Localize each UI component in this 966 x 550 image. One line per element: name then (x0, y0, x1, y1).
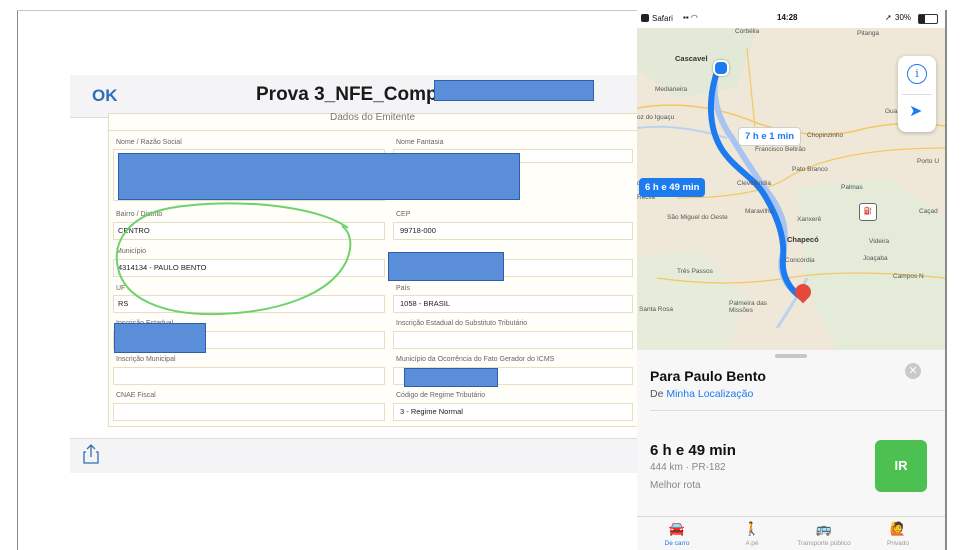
town-guarapuava: Gua (885, 108, 898, 115)
town-palmeira: Palmeira das Missões (729, 300, 767, 314)
town-santa-rosa: Santa Rosa (639, 306, 673, 313)
town-sao-miguel: São Miguel do Oeste (667, 214, 728, 221)
cep-label: CEP (396, 211, 411, 218)
battery-icon (918, 14, 938, 24)
document-title: Prova 3_NFE_Compra (256, 84, 456, 105)
route-time-alt-bubble[interactable]: 7 h e 1 min (738, 127, 802, 146)
town-medianeira: Medianeira (655, 86, 688, 93)
town-cacador: Caçad (919, 208, 938, 215)
town-clevelandia: Clevelândia (737, 180, 771, 187)
location-arrow-icon: ➚ (885, 13, 892, 22)
destination-title: Para Paulo Bento (650, 368, 766, 384)
municipio-icms-redaction (404, 368, 498, 387)
pais-value: 1058 - BRASIL (400, 299, 451, 308)
best-route-label: Melhor rota (650, 480, 701, 491)
regime-label: Código de Regime Tributário (396, 392, 486, 399)
town-corbelia: Corbélia (735, 28, 760, 35)
town-videira: Videira (869, 238, 890, 245)
tab-ride[interactable]: 🙋 Privado (863, 520, 933, 547)
tab-transit[interactable]: 🚌 Transporte público (789, 520, 859, 547)
status-time: 14:28 (777, 13, 798, 22)
tab-transit-label: Transporte público (797, 540, 851, 547)
pais-label: País (396, 285, 411, 292)
town-chopinzinho: Chopinzinho (807, 132, 844, 139)
town-palmas: Palmas (841, 184, 863, 191)
route-time-main-bubble[interactable]: 6 h e 49 min (639, 178, 706, 197)
town-iguacu: oz do Iguaçu (637, 114, 675, 121)
bus-icon: 🚌 (815, 521, 833, 536)
car-icon: 🚘 (668, 521, 686, 536)
tab-car-label: De carro (664, 540, 690, 547)
controls-divider (902, 94, 932, 95)
frame-top-edge (17, 10, 637, 11)
phone-screen: Safari ▪▪ ◠ 14:28 ➚ 30% Cascavel Corbéli… (637, 10, 945, 550)
town-porto: Porto U (917, 158, 940, 165)
back-to-app-icon (641, 14, 649, 22)
info-icon[interactable]: i (907, 64, 927, 84)
sheet-grabber[interactable] (775, 354, 807, 358)
town-chapeco: Chapecó (787, 235, 819, 244)
tab-walk[interactable]: 🚶 A pé (717, 520, 787, 547)
map-view[interactable]: Cascavel Corbélia Pitanga Medianeira oz … (637, 28, 945, 350)
tab-ride-label: Privado (886, 540, 910, 547)
town-xanxere: Xanxerê (797, 216, 822, 223)
current-location-dot (713, 60, 729, 76)
origin-prefix: De (650, 388, 667, 400)
frame-left-edge (17, 10, 18, 550)
battery-percent: 30% (895, 13, 912, 22)
route-distance: 444 km · PR-182 (650, 462, 726, 473)
cnae-label: CNAE Fiscal (116, 392, 156, 399)
signal-icon: ▪▪ ◠ (683, 13, 698, 22)
map-controls: i ➤ (898, 56, 936, 132)
route-duration: 6 h e 49 min (650, 442, 736, 459)
origin-link[interactable]: Minha Localização (666, 388, 753, 400)
share-icon[interactable] (82, 444, 100, 464)
sheet-separator (650, 410, 945, 411)
section-title: Dados do Emitente (330, 112, 416, 123)
town-pitanga: Pitanga (857, 30, 880, 37)
municipio-icms-label: Município da Ocorrência do Fato Gerador … (396, 356, 555, 363)
go-button[interactable]: IR (875, 440, 927, 492)
nome-redaction (118, 153, 520, 200)
pdf-viewer-toolbar (70, 438, 637, 473)
im-field (113, 367, 385, 385)
ok-button[interactable]: OK (92, 86, 118, 106)
carrier-label: Safari (652, 14, 673, 23)
town-francisco-beltrao: Francisco Beltrão (755, 146, 806, 153)
frame-right-edge (945, 10, 947, 550)
regime-value: 3 - Regime Normal (400, 407, 463, 416)
ie-st-field (393, 331, 633, 349)
title-redaction (434, 80, 594, 101)
im-label: Inscrição Municipal (116, 356, 176, 363)
town-concordia: Concórdia (785, 257, 815, 264)
section-divider (108, 130, 637, 131)
close-icon[interactable]: ✕ (905, 363, 921, 379)
walk-icon: 🚶 (743, 521, 761, 536)
green-circle-annotation (115, 202, 352, 316)
town-maravilha: Maravilha (745, 208, 774, 215)
ride-icon: 🙋 (889, 521, 907, 536)
cnae-field (113, 403, 385, 421)
cep-value: 99718-000 (400, 226, 436, 235)
road-shield-icon: ⛽ (859, 203, 877, 221)
location-arrow-button-icon[interactable]: ➤ (909, 101, 922, 121)
ie-st-label: Inscrição Estadual do Substituto Tributá… (396, 320, 528, 327)
ie-redaction (114, 323, 206, 353)
town-campos-novos: Campos N (893, 273, 924, 280)
telefone-redaction (388, 252, 504, 281)
town-tres-passos: Três Passos (677, 268, 713, 275)
origin-line: De Minha Localização (650, 388, 753, 400)
town-pato-branco: Pato Branco (792, 166, 828, 173)
town-cascavel: Cascavel (675, 54, 708, 63)
town-joacaba: Joaçaba (863, 255, 888, 262)
nome-label: Nome / Razão Social (116, 139, 182, 146)
tab-car[interactable]: 🚘 De carro (642, 520, 712, 547)
tab-walk-label: A pé (745, 540, 759, 547)
fantasia-label: Nome Fantasia (396, 139, 444, 146)
status-bar: Safari ▪▪ ◠ 14:28 ➚ 30% (637, 10, 945, 28)
